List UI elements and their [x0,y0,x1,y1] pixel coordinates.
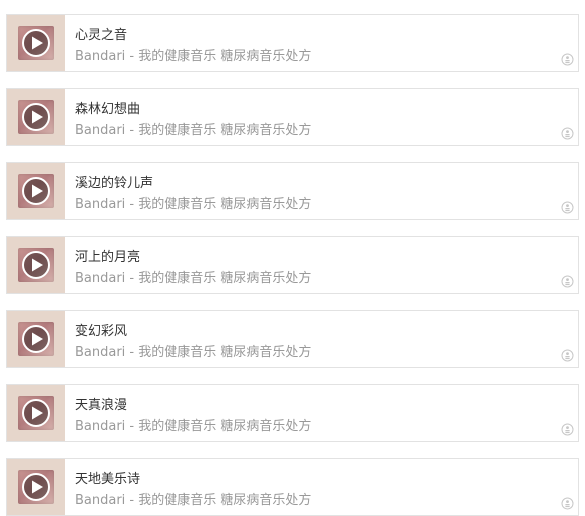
music-source-icon [561,423,574,436]
track-subtitle: Bandari - 我的健康音乐 糖尿病音乐处方 [75,419,312,434]
music-card[interactable]: 变幻彩风 Bandari - 我的健康音乐 糖尿病音乐处方 [6,310,579,368]
music-card[interactable]: 心灵之音 Bandari - 我的健康音乐 糖尿病音乐处方 [6,14,579,72]
track-title: 森林幻想曲 [75,102,141,117]
music-list: 心灵之音 Bandari - 我的健康音乐 糖尿病音乐处方 森林幻想曲 Band… [0,0,585,516]
album-thumbnail [7,163,65,219]
play-icon[interactable] [19,471,53,503]
track-title: 天地美乐诗 [75,472,141,487]
album-thumbnail [7,311,65,367]
music-source-icon [561,53,574,66]
track-title: 天真浪漫 [75,398,128,413]
track-info: 变幻彩风 Bandari - 我的健康音乐 糖尿病音乐处方 [75,311,548,367]
track-info: 溪边的铃儿声 Bandari - 我的健康音乐 糖尿病音乐处方 [75,163,548,219]
track-subtitle: Bandari - 我的健康音乐 糖尿病音乐处方 [75,493,312,508]
track-title: 心灵之音 [75,28,128,43]
album-thumbnail [7,385,65,441]
play-icon[interactable] [19,27,53,59]
music-card[interactable]: 溪边的铃儿声 Bandari - 我的健康音乐 糖尿病音乐处方 [6,162,579,220]
track-title: 河上的月亮 [75,250,141,265]
track-info: 心灵之音 Bandari - 我的健康音乐 糖尿病音乐处方 [75,15,548,71]
album-thumbnail [7,89,65,145]
track-info: 天地美乐诗 Bandari - 我的健康音乐 糖尿病音乐处方 [75,459,548,515]
track-subtitle: Bandari - 我的健康音乐 糖尿病音乐处方 [75,49,312,64]
music-source-icon [561,349,574,362]
play-icon[interactable] [19,323,53,355]
track-subtitle: Bandari - 我的健康音乐 糖尿病音乐处方 [75,123,312,138]
track-title: 变幻彩风 [75,324,128,339]
track-subtitle: Bandari - 我的健康音乐 糖尿病音乐处方 [75,197,312,212]
play-icon[interactable] [19,175,53,207]
album-thumbnail [7,459,65,515]
music-card[interactable]: 天地美乐诗 Bandari - 我的健康音乐 糖尿病音乐处方 [6,458,579,516]
music-source-icon [561,275,574,288]
track-subtitle: Bandari - 我的健康音乐 糖尿病音乐处方 [75,345,312,360]
music-card[interactable]: 森林幻想曲 Bandari - 我的健康音乐 糖尿病音乐处方 [6,88,579,146]
track-title: 溪边的铃儿声 [75,176,154,191]
music-source-icon [561,127,574,140]
music-source-icon [561,201,574,214]
music-card[interactable]: 天真浪漫 Bandari - 我的健康音乐 糖尿病音乐处方 [6,384,579,442]
track-info: 天真浪漫 Bandari - 我的健康音乐 糖尿病音乐处方 [75,385,548,441]
play-icon[interactable] [19,397,53,429]
album-thumbnail [7,237,65,293]
track-info: 河上的月亮 Bandari - 我的健康音乐 糖尿病音乐处方 [75,237,548,293]
album-thumbnail [7,15,65,71]
track-info: 森林幻想曲 Bandari - 我的健康音乐 糖尿病音乐处方 [75,89,548,145]
track-subtitle: Bandari - 我的健康音乐 糖尿病音乐处方 [75,271,312,286]
music-source-icon [561,497,574,510]
music-card[interactable]: 河上的月亮 Bandari - 我的健康音乐 糖尿病音乐处方 [6,236,579,294]
play-icon[interactable] [19,249,53,281]
play-icon[interactable] [19,101,53,133]
